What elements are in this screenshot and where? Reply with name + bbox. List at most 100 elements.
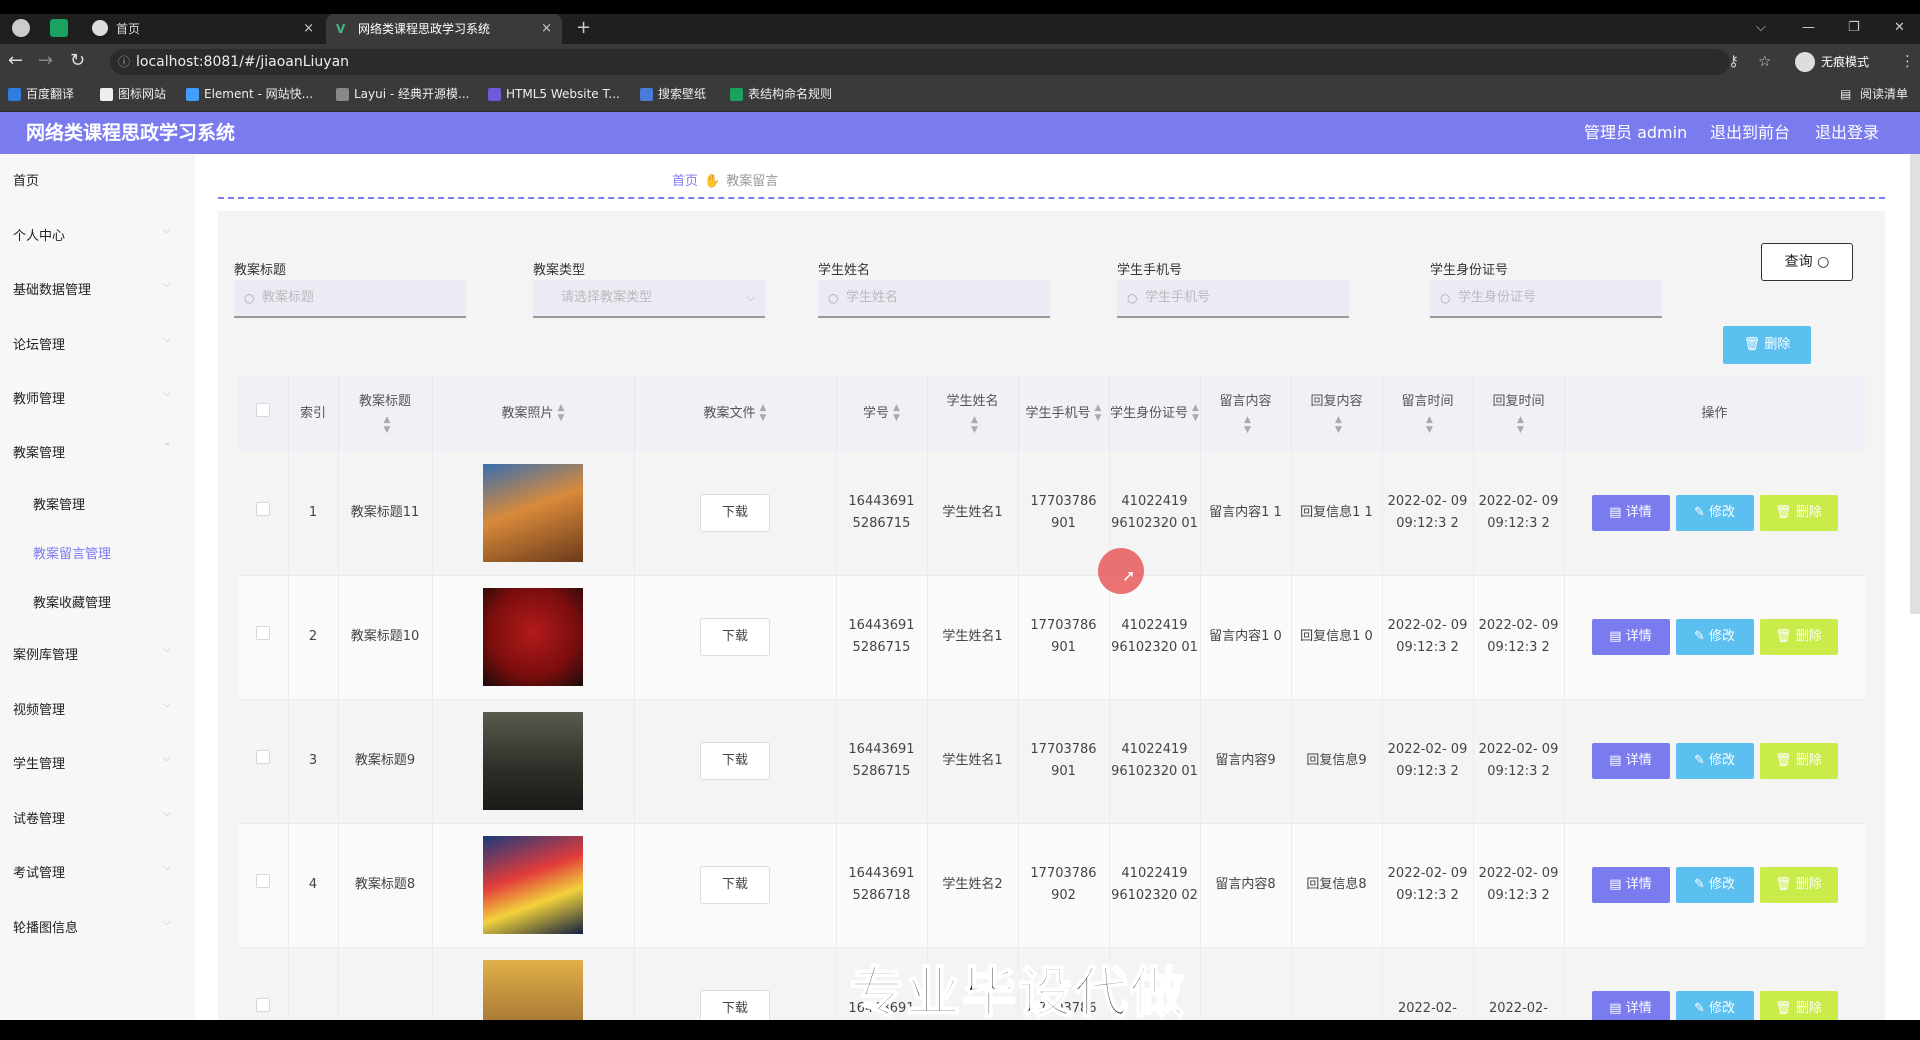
reload-icon[interactable]: ↻ <box>70 51 85 71</box>
sidebar-item-carousel[interactable]: 轮播图信息 ⌵ <box>13 917 171 936</box>
close-window-icon[interactable]: ✕ <box>1894 14 1905 42</box>
forward-icon[interactable]: → <box>38 51 53 71</box>
bookmark-element[interactable]: Element - 网站快... <box>186 80 313 108</box>
sidebar-item-home[interactable]: 首页 <box>13 170 39 189</box>
col-file[interactable]: 教案文件 ▲ ▼ <box>634 376 837 451</box>
bookmark-wallpaper[interactable]: 搜索壁纸 <box>640 80 706 108</box>
query-button[interactable]: 查询 ○ <box>1761 243 1853 281</box>
batch-delete-button[interactable]: 🗑 删除 <box>1723 326 1811 364</box>
star-icon[interactable]: ☆ <box>1758 52 1771 70</box>
cell-title: 教案标题10 <box>338 575 433 700</box>
sidebar-item-paper[interactable]: 试卷管理 ⌵ <box>13 808 171 827</box>
detail-button[interactable]: ▤ 详情 <box>1591 619 1670 655</box>
bookmark-icon-site[interactable]: 图标网站 <box>100 80 166 108</box>
sidebar-item-case-library[interactable]: 案例库管理 ⌵ <box>13 644 171 663</box>
info-icon[interactable]: ⓘ <box>118 49 130 75</box>
globe-icon[interactable] <box>12 19 30 37</box>
reading-list[interactable]: ▤ 阅读清单 <box>1840 80 1908 108</box>
restore-icon[interactable]: ❐ <box>1848 14 1860 42</box>
delete-button[interactable]: 🗑 删除 <box>1759 494 1838 531</box>
col-sid[interactable]: 学生身份证号 ▲ ▼ <box>1109 376 1201 451</box>
sidebar-subitem-lesson-manage[interactable]: 教案管理 <box>33 494 85 513</box>
filter-type-select[interactable]: 请选择教案类型 ⌵ <box>533 280 765 318</box>
edit-button[interactable]: ✎ 修改 <box>1675 867 1754 903</box>
col-msg-time[interactable]: 留言时间 ▲ ▼ <box>1382 376 1474 451</box>
chevron-down-icon: ⌵ <box>163 862 171 873</box>
detail-button[interactable]: ▤ 详情 <box>1591 867 1670 903</box>
back-icon[interactable]: ← <box>8 51 23 71</box>
chevron-down-icon: ⌵ <box>163 225 171 236</box>
chevron-down-icon: ⌵ <box>163 388 171 399</box>
col-msg[interactable]: 留言内容 ▲ ▼ <box>1200 376 1292 451</box>
sort-icon: ▲ ▼ <box>1094 403 1102 423</box>
to-front-link[interactable]: 退出到前台 <box>1710 112 1790 154</box>
col-sno[interactable]: 学号 ▲ ▼ <box>836 376 928 451</box>
delete-button[interactable]: 🗑 删除 <box>1759 619 1838 655</box>
row-checkbox[interactable] <box>238 699 289 824</box>
sidebar-subitem-lesson-favorite[interactable]: 教案收藏管理 <box>33 592 111 611</box>
cell-sid: 41022419 96102320 01 <box>1109 699 1201 824</box>
bookmark-html5[interactable]: HTML5 Website T... <box>488 80 620 108</box>
bottom-border <box>0 1020 1920 1040</box>
delete-button[interactable]: 🗑 删除 <box>1759 743 1838 779</box>
close-icon[interactable]: × <box>303 14 314 44</box>
sheets-icon[interactable] <box>50 19 68 37</box>
new-tab-button[interactable]: + <box>576 14 591 42</box>
edit-button[interactable]: ✎ 修改 <box>1675 743 1754 779</box>
col-photo[interactable]: 教案照片 ▲ ▼ <box>432 376 635 451</box>
scrollbar[interactable] <box>1910 154 1920 614</box>
filter-id-input[interactable]: ○ 学生身份证号 <box>1430 280 1662 318</box>
download-button[interactable]: 下载 <box>700 618 770 656</box>
row-checkbox[interactable] <box>238 575 289 700</box>
edit-button[interactable]: ✎ 修改 <box>1675 494 1754 531</box>
sidebar-item-teacher[interactable]: 教师管理 ⌵ <box>13 388 171 407</box>
sidebar-item-video[interactable]: 视频管理 ⌵ <box>13 699 171 718</box>
download-button[interactable]: 下载 <box>700 493 770 532</box>
col-sphone[interactable]: 学生手机号 ▲ ▼ <box>1018 376 1110 451</box>
tab-system[interactable]: V 网络类课程思政学习系统 × <box>326 14 562 44</box>
sidebar-item-exam[interactable]: 考试管理 ⌵ <box>13 862 171 881</box>
key-icon[interactable]: ⚷ <box>1728 52 1739 70</box>
detail-button[interactable]: ▤ 详情 <box>1591 494 1670 531</box>
download-button[interactable]: 下载 <box>700 866 770 904</box>
filter-phone-input[interactable]: ○ 学生手机号 <box>1117 280 1349 318</box>
sidebar-item-student[interactable]: 学生管理 ⌵ <box>13 753 171 772</box>
minimize-icon[interactable]: — <box>1802 14 1815 42</box>
edit-button[interactable]: ✎ 修改 <box>1675 619 1754 655</box>
incognito-badge[interactable]: 无痕模式 <box>1795 51 1869 73</box>
detail-button[interactable]: ▤ 详情 <box>1591 743 1670 779</box>
bookmark-layui[interactable]: Layui - 经典开源模... <box>336 80 469 108</box>
logout-link[interactable]: 退出登录 <box>1815 112 1879 154</box>
sidebar-item-lesson[interactable]: 教案管理 ⌃ <box>13 442 171 461</box>
col-title[interactable]: 教案标题 ▲ ▼ <box>338 376 433 451</box>
filter-title-input[interactable]: ○ 教案标题 <box>234 280 466 318</box>
doc-icon: ▤ <box>1609 1001 1622 1016</box>
download-button[interactable]: 下载 <box>700 742 770 780</box>
col-reply-time[interactable]: 回复时间 ▲ ▼ <box>1473 376 1565 451</box>
tab-home[interactable]: 首页 × <box>84 14 324 44</box>
row-checkbox[interactable] <box>238 451 289 576</box>
filter-name-input[interactable]: ○ 学生姓名 <box>818 280 1050 318</box>
sidebar-item-forum[interactable]: 论坛管理 ⌵ <box>13 334 171 353</box>
lesson-photo[interactable] <box>483 463 583 562</box>
lesson-photo[interactable] <box>483 712 583 810</box>
sidebar-item-profile[interactable]: 个人中心 ⌵ <box>13 225 171 244</box>
sidebar-item-basic-data[interactable]: 基础数据管理 ⌵ <box>13 279 171 298</box>
col-sname[interactable]: 学生姓名 ▲ ▼ <box>927 376 1019 451</box>
bookmark-baidu-translate[interactable]: 百度翻译 <box>8 80 74 108</box>
breadcrumb-home[interactable]: 首页 <box>672 174 698 189</box>
chevron-down-icon[interactable]: ⌵ <box>1756 14 1766 42</box>
row-checkbox[interactable] <box>238 823 289 948</box>
lesson-photo[interactable] <box>483 836 583 934</box>
url-field[interactable]: ⓘ localhost:8081/#/jiaoanLiuyan <box>110 49 1730 75</box>
select-all-checkbox[interactable] <box>238 376 289 451</box>
pencil-icon: ✎ <box>1693 877 1705 892</box>
more-icon[interactable]: ⋮ <box>1900 52 1915 70</box>
delete-button[interactable]: 🗑 删除 <box>1759 867 1838 903</box>
sidebar-subitem-lesson-comment[interactable]: 教案留言管理 <box>33 543 111 562</box>
lesson-photo[interactable] <box>483 588 583 686</box>
close-icon[interactable]: × <box>541 14 552 44</box>
col-reply[interactable]: 回复内容 ▲ ▼ <box>1291 376 1383 451</box>
bookmark-naming[interactable]: 表结构命名规则 <box>730 80 832 108</box>
search-icon: ○ <box>1440 291 1451 305</box>
